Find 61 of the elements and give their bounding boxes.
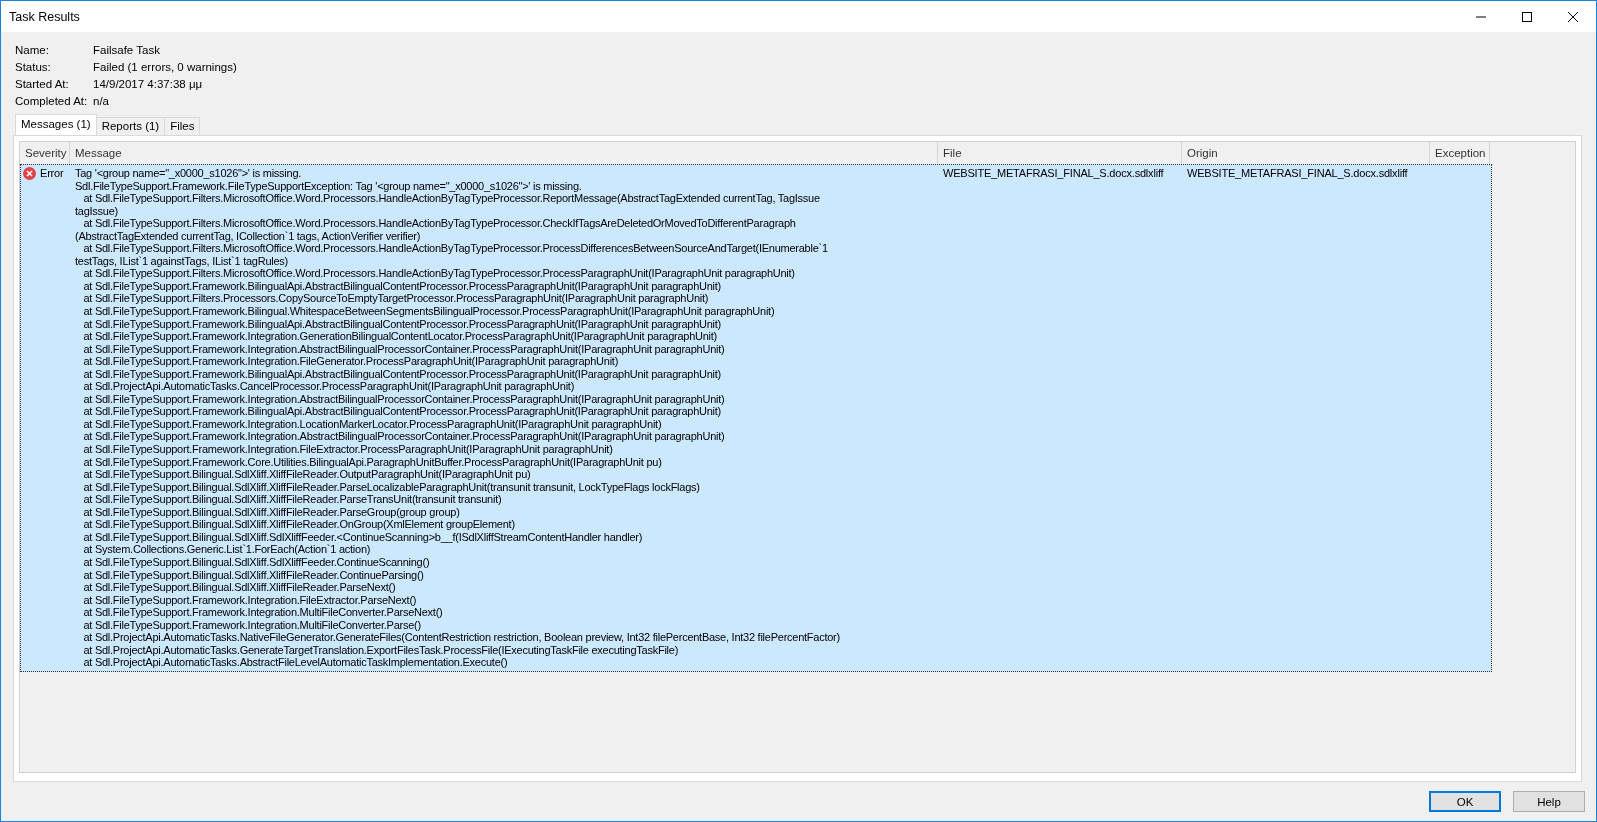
field-label: Name: [15,44,50,56]
message-line: at Sdl.FileTypeSupport.Framework.Integration.FileGenerator.ProcessParagraphUnit(IParagraphUnit paragraphUnit) [82,355,620,368]
message-line: at Sdl.FileTypeSupport.Framework.BilingualApi.AbstractBilingualContentProcessor.ProcessParagraphUnit(IParagraphUnit paragraphUnit) [82,317,723,331]
window-title: Task Results [9,9,81,24]
dialog-button[interactable]: OK [1429,791,1501,812]
field-value: Failsafe Task [93,44,161,56]
message-line: at Sdl.FileTypeSupport.Bilingual.SdlXliff.XliffFileReader.ContinueParsing() [82,568,425,582]
field-value: 14/9/2017 4:37:38 μμ [93,78,204,90]
field-value: n/a [93,95,110,107]
message-line: at Sdl.FileTypeSupport.Framework.BilingualApi.AbstractBilingualContentProcessor.ProcessParagraphUnit(IParagraphUnit paragraphUnit) [82,405,723,418]
message-line: at Sdl.FileTypeSupport.Framework.BilingualApi.AbstractBilingualContentProcessor.ProcessParagraphUnit(IParagraphUnit paragraphUnit) [82,279,723,293]
message-line: at Sdl.FileTypeSupport.Framework.BilingualApi.AbstractBilingualContentProcessor.ProcessParagraphUnit(IParagraphUnit paragraphUnit) [82,367,723,381]
message-line: at Sdl.FileTypeSupport.Framework.Integration.FileExtractor.ProcessParagraphUnit(IParagraphUnit paragraphUnit) [82,443,614,456]
message-line: at Sdl.FileTypeSupport.Framework.Bilingual.WhitespaceBetweenSegmentsBilingualProcessor.ProcessParagraphUnit(IParagraphUnit paragraphUnit) [82,305,776,318]
message-line: at Sdl.FileTypeSupport.Framework.Integration.MultiFileConverter.ParseNext() [82,606,444,619]
severity-text: Error [40,167,64,179]
message-line: at Sdl.FileTypeSupport.Filters.MicrosoftOffice.Word.Processors.HandleActionByTagTypeProcessor.ProcessParagraphUnit(IParagraphUnit paragraphUnit) [82,267,796,280]
field-label: Completed At: [15,95,89,107]
message-line: at Sdl.FileTypeSupport.Bilingual.SdlXliff.XliffFileReader.ParseGroup(group group) [82,505,461,519]
tab[interactable]: Messages (1) [15,114,97,135]
message-line: at Sdl.ProjectApi.AutomaticTasks.AbstractFileLevelAutomaticTaskImplementation.Execute() [82,656,509,669]
message-line: at Sdl.FileTypeSupport.Framework.Core.Utilities.BilingualApi.ParagraphUnitBuffer.ProcessParagraphUnit(IParagraphUnit pu) [82,455,663,469]
message-line: at Sdl.FileTypeSupport.Bilingual.SdlXliff.XliffFileReader.OutputParagraphUnit(IParagraphUnit pu) [82,468,532,481]
field-value: Failed (1 errors, 0 warnings) [93,61,237,73]
message-line: at Sdl.FileTypeSupport.Framework.Integration.FileExtractor.ParseNext() [82,593,418,607]
message-line: at Sdl.FileTypeSupport.Framework.Integration.LocationMarkerLocator.ProcessParagraphUnit(IParagraphUnit paragraphUnit) [82,417,663,431]
dialog-button[interactable]: Help [1513,791,1585,812]
field-label: Status: [15,61,52,73]
message-line: at Sdl.FileTypeSupport.Bilingual.SdlXliff.XliffFileReader.ParseTransUnit(transunit transunit) [82,493,503,506]
message-line: at Sdl.FileTypeSupport.Filters.MicrosoftOffice.Word.Processors.HandleActionByTagTypeProcessor.ReportMessage(AbstractTagExtended currentTag, TagIssue [82,192,821,205]
maximize-icon [1522,11,1532,22]
origin-file-name: WEBSITE_METAFRASI_FINAL_S.docx.sdlxliff [1187,167,1408,179]
message-line: at Sdl.FileTypeSupport.Framework.Integration.AbstractBilingualProcessorContainer.ProcessParagraphUnit(IParagraphUnit paragraphUnit) [82,342,726,356]
message-line: at Sdl.ProjectApi.AutomaticTasks.GenerateTargetTranslation.ExportFilesTask.ProcessFile(IExecutingTaskFile executingTaskFile) [82,643,680,657]
message-line: Tag '<group name="_x0000_s1026">' is missing. [75,167,303,180]
message-line: at Sdl.FileTypeSupport.Framework.Integration.AbstractBilingualProcessorContainer.ProcessParagraphUnit(IParagraphUnit paragraphUnit) [82,392,726,406]
message-line: at Sdl.FileTypeSupport.Bilingual.SdlXliff.XliffFileReader.ParseNext() [82,581,397,594]
message-line: tagIssue) [75,204,119,218]
file-name: WEBSITE_METAFRASI_FINAL_S.docx.sdlxliff [943,167,1164,179]
message-line: Sdl.FileTypeSupport.Framework.FileTypeSupportException: Tag '<group name="_x0000_s1026">' is missing. [75,179,583,193]
message-line: at System.Collections.Generic.List`1.ForEach(Action`1 action) [82,543,371,556]
message-line: at Sdl.ProjectApi.AutomaticTasks.NativeFileGenerator.GenerateFiles(ContentRestriction restriction, Boolean preview, Int32 filePercentBase, Int32 filePercentFactor) [82,631,841,644]
message-line: at Sdl.FileTypeSupport.Filters.Processors.CopySourceToEmptyTargetProcessor.ProcessParagraphUnit(IParagraphUnit paragraphUnit) [82,292,710,305]
message-line: at Sdl.FileTypeSupport.Bilingual.SdlXliff.SdlXliffFeeder.<ContinueScanning>b__f(ISdlXliffStreamContentHandler handler) [82,530,644,544]
tab[interactable]: Reports (1) [95,117,166,135]
error-icon [23,167,36,180]
message-line: (AbstractTagExtended currentTag, ICollection`1 tags, ActionVerifier verifier) [75,229,422,243]
message-line: at Sdl.FileTypeSupport.Bilingual.SdlXliff.SdlXliffFeeder.ContinueScanning() [82,555,431,569]
message-line: at Sdl.FileTypeSupport.Bilingual.SdlXliff.XliffFileReader.OnGroup(XmlElement groupElement) [82,518,516,531]
message-line: at Sdl.ProjectApi.AutomaticTasks.CancelProcessor.ProcessParagraphUnit(IParagraphUnit paragraphUnit) [82,380,576,393]
message-line: testTags, IList`1 againstTags, IList`1 tagRules) [75,254,289,268]
message-line: at Sdl.FileTypeSupport.Framework.Integration.MultiFileConverter.Parse() [82,618,422,632]
message-line: at Sdl.FileTypeSupport.Filters.MicrosoftOffice.Word.Processors.HandleActionByTagTypeProcessor.CheckIfTagsAreDeletedOrMovedToDifferentParagraph [82,217,797,230]
field-label: Started At: [15,78,70,90]
message-line: at Sdl.FileTypeSupport.Framework.Integration.AbstractBilingualProcessorContainer.ProcessParagraphUnit(IParagraphUnit paragraphUnit) [82,430,726,444]
close-icon [1568,11,1578,22]
message-line: at Sdl.FileTypeSupport.Filters.MicrosoftOffice.Word.Processors.HandleActionByTagTypeProcessor.ProcessDifferencesBetweenSourceAndTarget(IEnumerable`1 [82,242,829,255]
tab[interactable]: Files [164,117,201,135]
message-line: at Sdl.FileTypeSupport.Bilingual.SdlXliff.XliffFileReader.ParseLocalizableParagraphUnit(transunit transunit, LockTypeFlags lockFlags) [82,480,701,494]
table-row[interactable] [20,164,1492,672]
message-line: at Sdl.FileTypeSupport.Framework.Integration.GenerationBilingualContentLocator.ProcessParagraphUnit(IParagraphUnit paragraphUnit) [82,330,719,343]
